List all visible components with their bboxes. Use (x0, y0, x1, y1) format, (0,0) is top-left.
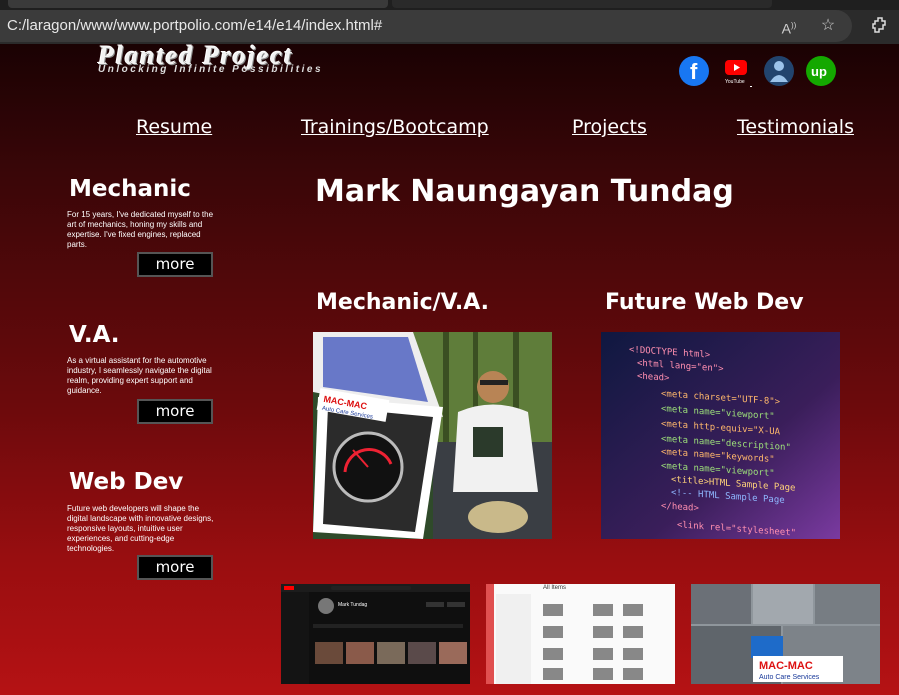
va-more-button[interactable]: more (137, 399, 213, 424)
webdev-title: Web Dev (69, 469, 184, 495)
logo-subtitle: Unlocking Infinite Possibilities (98, 64, 324, 75)
va-text: As a virtual assistant for the automotiv… (67, 356, 212, 395)
nav-trainings[interactable]: Trainings/Bootcamp (301, 116, 489, 138)
all-items-title: All Items (543, 585, 566, 591)
mechanic-title: Mechanic (69, 176, 191, 202)
browser-tab[interactable] (8, 0, 388, 8)
page-title: Mark Naungayan Tundag (315, 174, 734, 209)
shop-photo-thumbnail[interactable]: MAC-MAC Auto Care Services (691, 584, 880, 684)
extensions-icon[interactable] (870, 16, 890, 36)
mechanic-more-button[interactable]: more (137, 252, 213, 277)
read-aloud-icon[interactable]: A)) (779, 16, 799, 37)
nav-resume[interactable]: Resume (136, 116, 212, 138)
va-title: V.A. (69, 322, 120, 348)
browser-tab[interactable] (392, 0, 772, 8)
youtube-icon[interactable]: YouTube (722, 56, 754, 90)
address-bar: C:/laragon/www/www.portpolio.com/e14/e14… (0, 10, 899, 44)
mechanic-va-heading: Mechanic/V.A. (316, 290, 489, 315)
youtube-channel-thumbnail[interactable]: Mark Tundag (281, 584, 470, 684)
nav-testimonials[interactable]: Testimonials (737, 116, 854, 138)
yt-channel-name: Mark Tundag (338, 602, 367, 608)
page-content: Planted Project Unlocking Infinite Possi… (0, 44, 899, 695)
browser-tab-strip (0, 0, 899, 10)
inventory-thumbnail[interactable]: All Items (486, 584, 675, 684)
svg-text:YouTube: YouTube (725, 79, 745, 85)
webdev-more-button[interactable]: more (137, 555, 213, 580)
shop-sign-text: MAC-MAC (759, 660, 813, 672)
favorite-star-icon[interactable]: ☆ (818, 16, 838, 36)
url-text[interactable]: C:/laragon/www/www.portpolio.com/e14/e14… (7, 17, 382, 34)
code-photo[interactable]: <!DOCTYPE html> <html lang="en"> <head> <me… (601, 332, 840, 539)
nav-projects[interactable]: Projects (572, 116, 647, 138)
svg-text:up: up (811, 64, 827, 79)
svg-text:f: f (690, 59, 698, 84)
future-webdev-heading: Future Web Dev (605, 290, 804, 315)
shop-sign-subtext: Auto Care Services (759, 674, 820, 681)
onlinejobs-icon[interactable] (764, 56, 794, 86)
url-field[interactable]: C:/laragon/www/www.portpolio.com/e14/e14… (0, 10, 852, 42)
mechanic-text: For 15 years, I've dedicated myself to t… (67, 210, 214, 249)
facebook-icon[interactable]: f (679, 56, 709, 86)
webdev-text: Future web developers will shape the dig… (67, 504, 214, 553)
upwork-icon[interactable]: up (806, 56, 836, 86)
mechanic-photo[interactable]: MAC-MAC Auto Care Services (313, 332, 552, 539)
